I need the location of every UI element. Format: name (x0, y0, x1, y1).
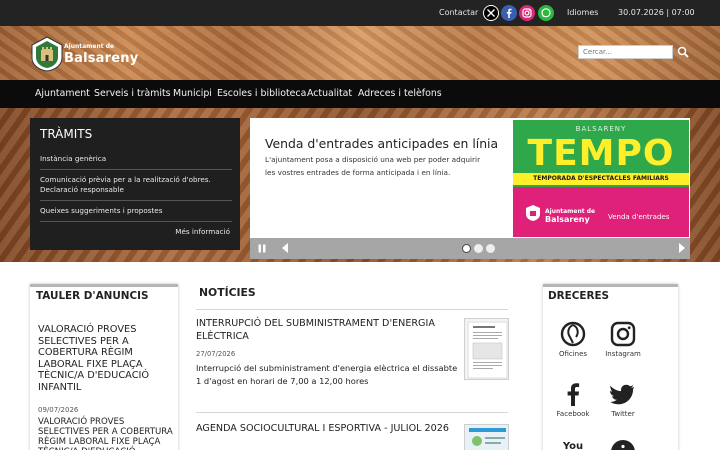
news-item-title[interactable]: AGENDA SOCIOCULTURAL I ESPORTIVA - JULIO… (196, 423, 458, 436)
divider (40, 200, 232, 201)
tauler-title: TAULER D'ANUNCIS (36, 290, 149, 302)
facebook-icon[interactable] (560, 381, 586, 407)
nav-item-adreces[interactable]: Adreces i telèfons (358, 80, 442, 108)
tramits-panel: TRÀMITS Instància genèrica Comunicació p… (30, 118, 240, 250)
info-icon[interactable] (610, 439, 636, 450)
tramits-item-obres[interactable]: Comunicació prèvia per a la realització … (40, 175, 232, 195)
site-header: Ajuntament de Balsareny (0, 26, 720, 80)
banner-subtitle: TEMPORADA D'ESPECTACLES FAMILIARS (513, 173, 689, 185)
dreceres-title: DRECERES (548, 290, 610, 302)
logo-subtitle: Ajuntament de (64, 43, 115, 50)
agenda-thumbnail-icon (465, 425, 508, 450)
nav-item-serveis[interactable]: Serveis i tràmits (94, 80, 171, 108)
nav-item-municipi[interactable]: Municipi (173, 80, 212, 108)
divider (196, 309, 508, 310)
tauler-item-date: 09/07/2026 (38, 406, 79, 414)
news-thumbnail[interactable] (464, 318, 509, 380)
oficines-icon[interactable] (560, 321, 586, 347)
nav-item-actualitat[interactable]: Actualitat (307, 80, 352, 108)
dreceres-label-instagram[interactable]: Instagram (598, 350, 648, 358)
tramits-more-link[interactable]: Més informació (175, 227, 230, 236)
tauler-anuncis: TAULER D'ANUNCIS VALORACIÓ PROVES SELECT… (30, 284, 178, 450)
youtube-icon[interactable]: You (560, 437, 586, 450)
slide-card: Venda d'entrades anticipades en línia L'… (250, 118, 690, 238)
contact-link[interactable]: Contactar (439, 0, 478, 26)
nav-item-escoles[interactable]: Escoles i biblioteca (217, 80, 306, 108)
banner-brand: TEMPO (527, 133, 675, 174)
dreceres-label-facebook[interactable]: Facebook (548, 410, 598, 418)
news-thumbnail[interactable] (464, 424, 509, 450)
slide-text: L'ajuntament posa a disposició una web p… (265, 155, 481, 177)
dreceres-panel: DRECERES Oficines Instagram Facebook Twi… (543, 284, 678, 450)
slide-title[interactable]: Venda d'entrades anticipades en línia (265, 136, 498, 151)
chevron-right-icon[interactable] (678, 243, 686, 253)
news-item-text: Interrupció del subministrament d'energi… (196, 363, 458, 386)
main-navigation: Ajuntament Serveis i tràmits Municipi Es… (0, 80, 720, 108)
banner-town: BALSARENY (575, 125, 627, 133)
languages-menu[interactable]: Idiomes (567, 0, 598, 26)
dreceres-label-oficines[interactable]: Oficines (548, 350, 598, 358)
twitter-icon[interactable] (610, 381, 636, 407)
dreceres-label-twitter[interactable]: Twitter (598, 410, 648, 418)
document-icon (467, 321, 508, 379)
tempo-banner[interactable]: BALSARENY TEMPO TEMPORADA D'ESPECTACLES … (513, 120, 689, 237)
instagram-icon[interactable] (610, 321, 636, 347)
town-crest-logo[interactable] (30, 36, 64, 72)
slider-dot-1[interactable] (462, 244, 471, 253)
x-icon[interactable] (483, 5, 499, 21)
slider-dot-2[interactable] (474, 244, 483, 253)
facebook-icon[interactable] (501, 5, 517, 21)
tramits-title: TRÀMITS (40, 127, 93, 141)
instagram-icon[interactable] (519, 5, 535, 21)
news-item-title[interactable]: INTERRUPCIÓ DEL SUBMINISTRAMENT D'ENERGI… (196, 318, 458, 343)
divider (40, 169, 232, 170)
logo-title[interactable]: Balsareny (64, 51, 138, 66)
tauler-item-summary[interactable]: VALORACIÓ PROVES SELECTIVES PER A COBERT… (38, 417, 176, 450)
tauler-item-title[interactable]: VALORACIÓ PROVES SELECTIVES PER A COBERT… (38, 324, 173, 393)
svg-text:You: You (562, 441, 583, 450)
divider (196, 412, 508, 413)
noticies-title: NOTÍCIES (199, 286, 256, 299)
tramits-item-instancia[interactable]: Instància genèrica (40, 154, 232, 164)
divider (40, 221, 232, 222)
banner-cta: Venda d'entrades (608, 213, 670, 221)
pause-icon[interactable] (258, 244, 266, 253)
news-item-date: 27/07/2026 (196, 350, 236, 358)
search-input[interactable] (578, 45, 673, 59)
slider-dot-3[interactable] (486, 244, 495, 253)
chevron-left-icon[interactable] (281, 243, 289, 253)
tramits-item-queixes[interactable]: Queixes suggeriments i propostes (40, 206, 232, 216)
banner-ajuntament: Ajuntament de Balsareny (545, 208, 596, 224)
whatsapp-icon[interactable] (538, 5, 554, 21)
top-bar: Contactar Idiomes 30.07.2026 | 07:00 (0, 0, 720, 26)
crest-icon (526, 205, 540, 221)
nav-item-ajuntament[interactable]: Ajuntament (35, 80, 90, 108)
current-datetime: 30.07.2026 | 07:00 (618, 8, 695, 17)
search-icon[interactable] (676, 45, 690, 59)
